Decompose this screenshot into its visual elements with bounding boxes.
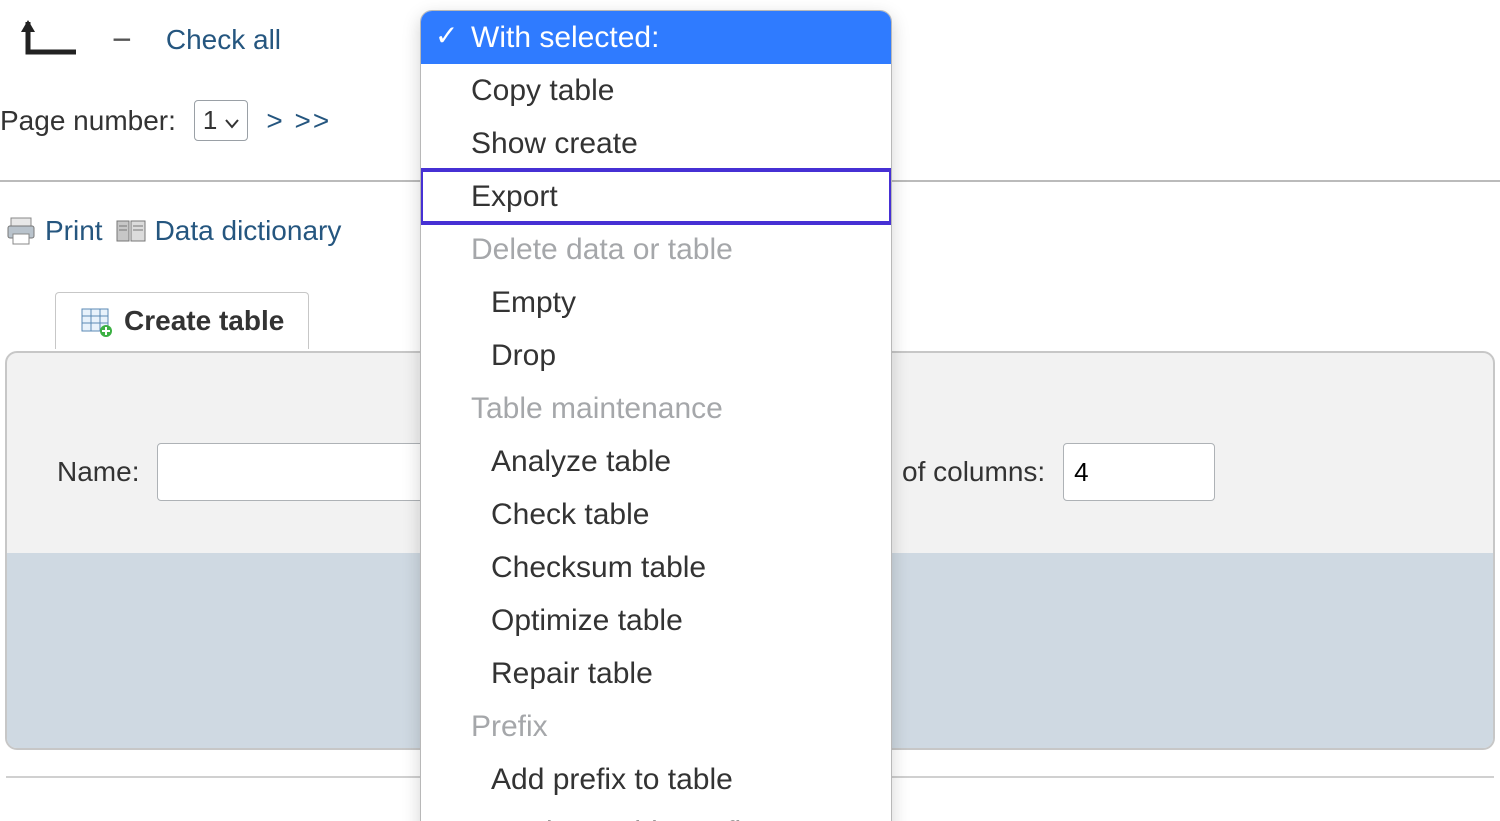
check-all-link[interactable]: Check all [166,24,281,56]
chevron-down-icon [225,105,239,136]
table-name-input[interactable] [157,443,439,501]
menu-replace-prefix[interactable]: Replace table prefix [421,806,891,821]
create-table-label: Create table [124,305,284,337]
menu-checksum[interactable]: Checksum table [421,541,891,594]
minus-icon[interactable]: − [108,23,136,57]
menu-group-prefix: Prefix [421,700,891,753]
print-label: Print [45,215,103,247]
columns-label: of columns: [902,456,1045,488]
printer-icon [5,215,37,247]
page-number-select[interactable]: 1 [194,100,248,141]
menu-optimize[interactable]: Optimize table [421,594,891,647]
data-dictionary-link[interactable]: Data dictionary [115,215,342,247]
menu-repair[interactable]: Repair table [421,647,891,700]
menu-drop[interactable]: Drop [421,329,891,382]
menu-group-maintenance: Table maintenance [421,382,891,435]
menu-analyze[interactable]: Analyze table [421,435,891,488]
name-label: Name: [57,456,139,488]
menu-empty[interactable]: Empty [421,276,891,329]
select-up-arrow-icon[interactable] [18,20,78,60]
check-icon: ✓ [435,15,458,57]
menu-header-with-selected[interactable]: ✓ With selected: [421,11,891,64]
menu-export[interactable]: Export [421,170,891,223]
page-number-value: 1 [203,105,217,136]
print-link[interactable]: Print [5,215,103,247]
columns-input[interactable] [1063,443,1215,501]
table-new-icon [80,305,112,337]
menu-check[interactable]: Check table [421,488,891,541]
menu-copy-table[interactable]: Copy table [421,64,891,117]
datadict-icon [115,215,147,247]
menu-show-create[interactable]: Show create [421,117,891,170]
menu-add-prefix[interactable]: Add prefix to table [421,753,891,806]
with-selected-menu: ✓ With selected: Copy table Show create … [420,10,892,821]
page-next-link[interactable]: > >> [266,105,331,137]
create-table-tab[interactable]: Create table [55,292,309,349]
data-dictionary-label: Data dictionary [155,215,342,247]
page-number-label: Page number: [0,105,176,137]
menu-group-delete: Delete data or table [421,223,891,276]
